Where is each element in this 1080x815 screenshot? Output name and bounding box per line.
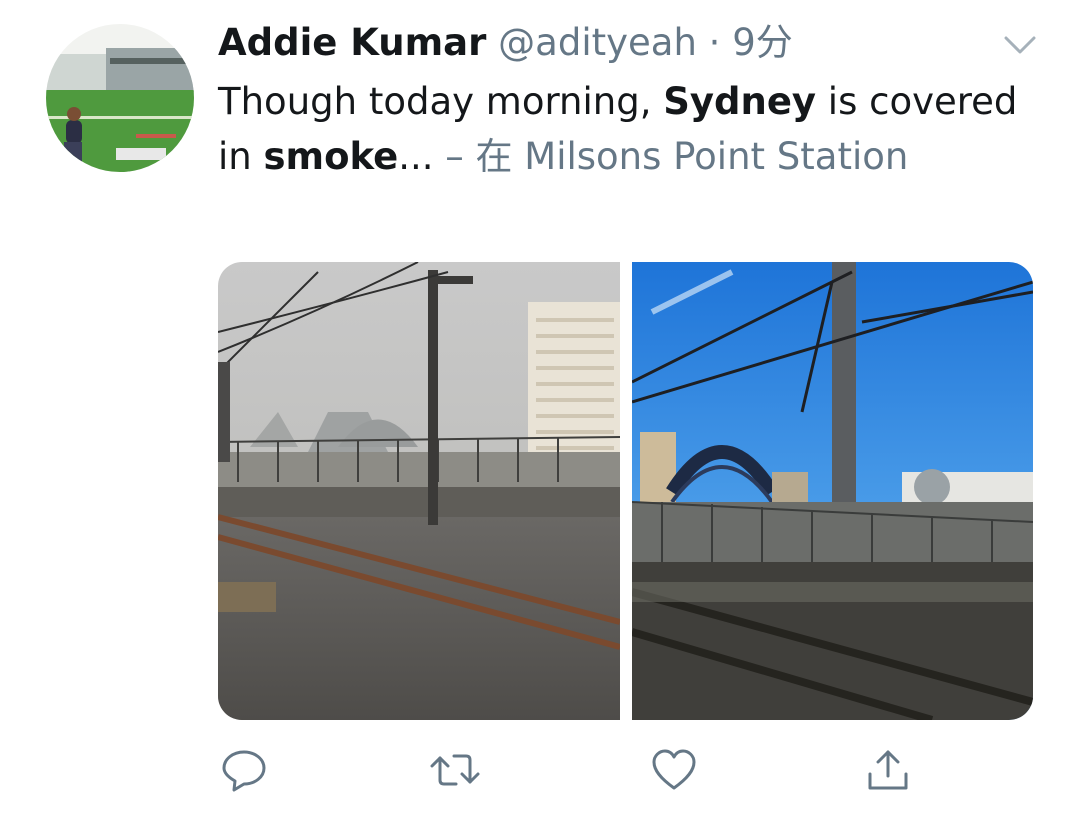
chevron-down-icon[interactable] (1000, 28, 1040, 62)
media-photo-bridge[interactable] (631, 262, 1034, 720)
tweet-text-bold: smoke (263, 135, 399, 178)
author-handle[interactable]: @adityeah (498, 21, 697, 64)
tweet-text-ellipsis: ... (398, 135, 434, 178)
tweet-text-part: Though today morning, (218, 80, 664, 123)
heart-icon[interactable] (650, 746, 698, 794)
meta-separator: · (696, 21, 733, 64)
reply-icon[interactable] (220, 746, 268, 794)
tweet-timestamp[interactable]: 9分 (732, 21, 793, 64)
media-photo-smoke[interactable] (218, 262, 620, 720)
tweet-text-bold: Sydney (663, 80, 817, 123)
tweet-media (218, 262, 1033, 720)
author-name[interactable]: Addie Kumar (218, 21, 486, 64)
retweet-icon[interactable] (428, 746, 480, 794)
avatar-image (46, 24, 194, 172)
tweet-actions (218, 740, 938, 800)
share-icon[interactable] (864, 746, 912, 794)
tweet-text: Though today morning, Sydney is covered … (218, 74, 1018, 184)
tweet-header: Addie Kumar @adityeah · 9分 (218, 18, 793, 68)
tweet-location[interactable]: – 在 Milsons Point Station (434, 135, 908, 178)
avatar[interactable] (46, 24, 194, 172)
